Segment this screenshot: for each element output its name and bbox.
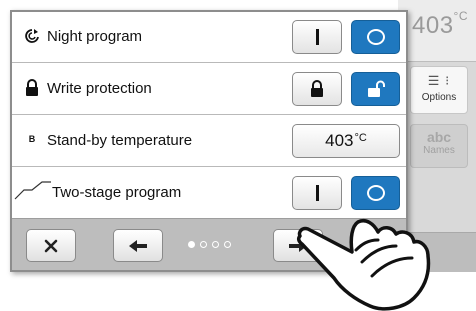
arrow-right-icon bbox=[289, 239, 307, 252]
close-button[interactable] bbox=[26, 229, 76, 262]
previous-page-button[interactable] bbox=[113, 229, 163, 262]
lock-open-icon bbox=[367, 80, 385, 97]
lock-icon bbox=[21, 79, 43, 102]
two-stage-off-button[interactable] bbox=[292, 176, 342, 210]
night-program-label: Night program bbox=[47, 28, 143, 45]
arrow-left-icon bbox=[129, 239, 147, 252]
standby-icon: B bbox=[28, 134, 36, 144]
write-protection-unlock-button[interactable] bbox=[351, 72, 400, 106]
names-label: Names bbox=[423, 145, 455, 156]
write-protection-lock-button[interactable] bbox=[292, 72, 342, 106]
background-temperature: 403°C bbox=[412, 9, 469, 39]
names-icon: abc bbox=[426, 129, 452, 145]
names-button[interactable]: abc Names bbox=[410, 124, 468, 168]
night-program-off-button[interactable] bbox=[292, 20, 342, 54]
standby-temperature-field[interactable]: 403°C bbox=[292, 124, 400, 158]
night-program-row: Night program bbox=[12, 12, 406, 63]
night-program-on-button[interactable] bbox=[351, 20, 400, 54]
settings-dialog: Night program Write protection B Stand-b… bbox=[10, 10, 408, 272]
dialog-toolbar bbox=[12, 218, 406, 270]
write-protection-label: Write protection bbox=[47, 80, 152, 97]
off-bar-icon bbox=[315, 29, 319, 45]
page-dot bbox=[200, 241, 207, 248]
options-icon: ☰ ⁝ bbox=[427, 73, 451, 88]
two-stage-curve-icon bbox=[14, 180, 52, 205]
page-dot bbox=[212, 241, 219, 248]
write-protection-row: Write protection bbox=[12, 64, 406, 115]
background-toolbar bbox=[398, 232, 476, 272]
page-dot bbox=[188, 241, 195, 248]
two-stage-on-button[interactable] bbox=[351, 176, 400, 210]
two-stage-program-label: Two-stage program bbox=[52, 184, 182, 201]
on-ring-icon bbox=[366, 185, 385, 201]
close-icon bbox=[44, 239, 58, 252]
standby-temperature-label: Stand-by temperature bbox=[47, 132, 193, 149]
off-bar-icon bbox=[315, 185, 319, 201]
night-program-icon bbox=[21, 28, 43, 49]
page-dot bbox=[224, 241, 231, 248]
next-page-button[interactable] bbox=[273, 229, 323, 262]
options-button[interactable]: ☰ ⁝ Options bbox=[410, 66, 468, 114]
standby-temperature-row: B Stand-by temperature 403°C bbox=[12, 116, 406, 167]
two-stage-program-row: Two-stage program bbox=[12, 168, 406, 218]
page-indicator bbox=[188, 241, 231, 248]
on-ring-icon bbox=[366, 29, 385, 45]
options-label: Options bbox=[421, 92, 457, 103]
lock-closed-icon bbox=[311, 80, 323, 97]
